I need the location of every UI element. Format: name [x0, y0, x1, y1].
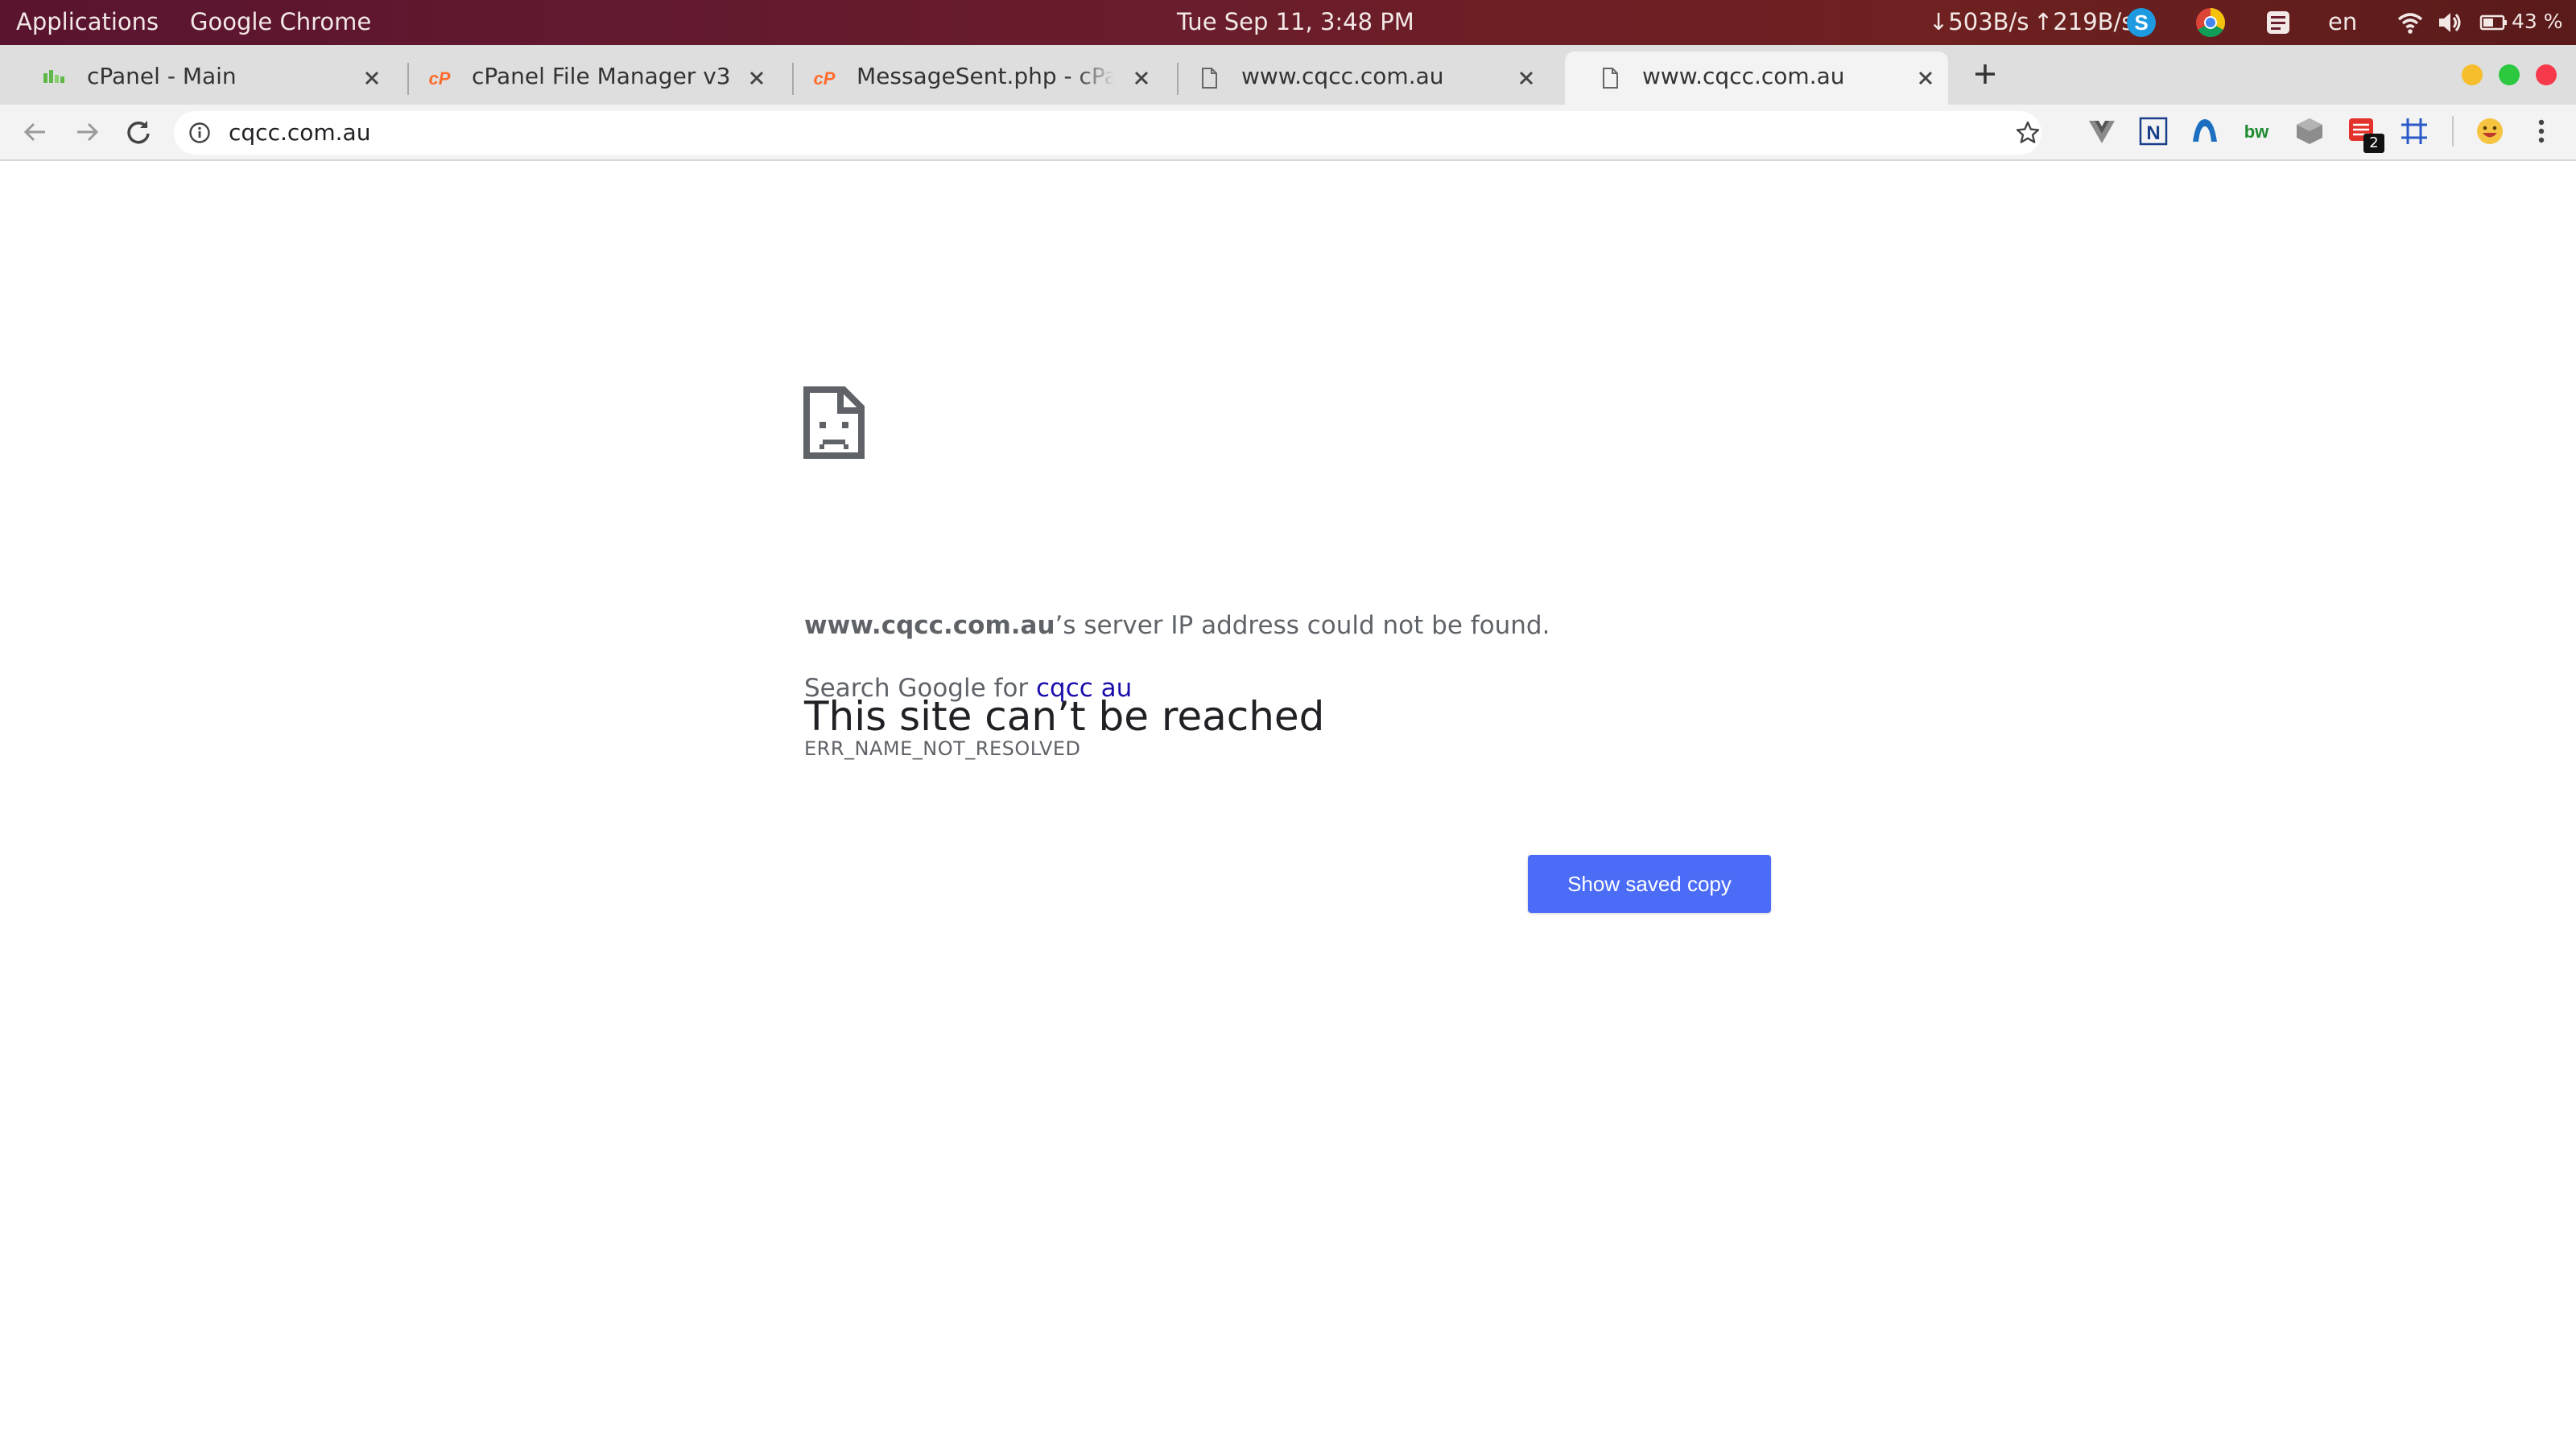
bookmark-star-icon[interactable] — [2014, 119, 2041, 147]
tab-title: cPanel File Manager v3 — [472, 63, 729, 89]
extension-badge: 2 — [2363, 134, 2384, 153]
extension-arc-icon[interactable] — [2188, 114, 2222, 148]
search-suggestion: Search Google for cqcc au — [804, 671, 1132, 706]
tab-cpanel-main[interactable]: cPanel - Main — [10, 52, 394, 105]
wifi-icon[interactable] — [2394, 6, 2426, 39]
maximize-button[interactable] — [2499, 64, 2520, 85]
reload-button[interactable] — [122, 116, 155, 148]
battery-percentage: 43 % — [2512, 10, 2563, 33]
network-up-speed: ↑219B/s — [2033, 8, 2134, 35]
menu-icon[interactable] — [2524, 114, 2558, 148]
page-icon — [1202, 68, 1217, 89]
tab-cqcc-active[interactable]: www.cqcc.com.au — [1565, 52, 1948, 105]
page-content: This site can’t be reached www.cqcc.com.… — [0, 161, 2576, 1449]
url-input[interactable] — [229, 111, 1839, 155]
svg-text:N: N — [2146, 122, 2160, 144]
svg-text:cP: cP — [429, 68, 451, 89]
minimize-button[interactable] — [2462, 64, 2483, 85]
svg-text:bw: bw — [2244, 122, 2269, 142]
svg-text:S: S — [2134, 10, 2148, 35]
error-message-text: ’s server IP address could not be found. — [1055, 611, 1550, 640]
show-saved-copy-button[interactable]: Show saved copy — [1528, 855, 1771, 913]
cpanel-favicon: cP — [429, 68, 451, 89]
volume-icon[interactable] — [2434, 6, 2467, 39]
extension-n-icon[interactable]: N — [2136, 114, 2170, 148]
extension-grid-icon[interactable] — [2397, 114, 2431, 148]
bw-icon[interactable]: bw — [2240, 114, 2273, 148]
extension-cube-icon[interactable] — [2293, 114, 2326, 148]
cpanel-favicon: cP — [814, 68, 836, 89]
tab-title: www.cqcc.com.au — [1642, 63, 1845, 89]
close-icon[interactable] — [1129, 65, 1154, 91]
address-bar[interactable] — [174, 111, 2041, 155]
battery-icon[interactable] — [2478, 6, 2510, 39]
back-button[interactable] — [19, 116, 52, 148]
tray-app-icon[interactable] — [2262, 6, 2294, 39]
applications-menu[interactable]: Applications — [16, 0, 159, 45]
search-google-link[interactable]: cqcc au — [1036, 674, 1132, 703]
tab-title: www.cqcc.com.au — [1241, 63, 1444, 89]
svg-text:cP: cP — [814, 68, 836, 89]
tab-cpanel-file-manager[interactable]: cP cPanel File Manager v3 — [394, 52, 779, 105]
tab-title: cPanel - Main — [87, 63, 237, 89]
cpanel-main-favicon — [43, 70, 64, 83]
tab-message-sent[interactable]: cP MessageSent.php - cPane — [779, 52, 1164, 105]
tab-cqcc-1[interactable]: www.cqcc.com.au — [1164, 52, 1549, 105]
error-code: ERR_NAME_NOT_RESOLVED — [804, 737, 1081, 760]
extensions-divider — [2452, 116, 2454, 147]
active-app-menu[interactable]: Google Chrome — [190, 0, 371, 45]
sad-page-icon — [803, 386, 865, 459]
close-icon[interactable] — [1513, 65, 1539, 91]
search-prefix: Search Google for — [804, 674, 1037, 703]
close-icon[interactable] — [744, 65, 770, 91]
close-window-button[interactable] — [2536, 64, 2557, 85]
system-top-bar: Applications Google Chrome Tue Sep 11, 3… — [0, 0, 2576, 45]
skype-icon[interactable]: S — [2125, 6, 2157, 39]
clock[interactable]: Tue Sep 11, 3:48 PM — [1177, 0, 1414, 45]
close-icon[interactable] — [1913, 65, 1938, 91]
forward-button[interactable] — [71, 116, 103, 148]
new-tab-button[interactable] — [1969, 58, 2001, 90]
chrome-icon[interactable] — [2194, 6, 2227, 39]
page-icon — [1603, 68, 1618, 89]
emoji-icon[interactable] — [2473, 114, 2507, 148]
tab-title: MessageSent.php - cPane — [857, 63, 1114, 89]
network-down-speed: ↓503B/s — [1929, 8, 2029, 35]
info-icon[interactable] — [188, 122, 211, 144]
error-host: www.cqcc.com.au — [804, 611, 1055, 640]
vue-devtools-icon[interactable] — [2085, 114, 2119, 148]
keyboard-layout[interactable]: en — [2328, 0, 2357, 45]
close-icon[interactable] — [359, 65, 385, 91]
error-message: www.cqcc.com.au’s server IP address coul… — [804, 608, 1550, 643]
